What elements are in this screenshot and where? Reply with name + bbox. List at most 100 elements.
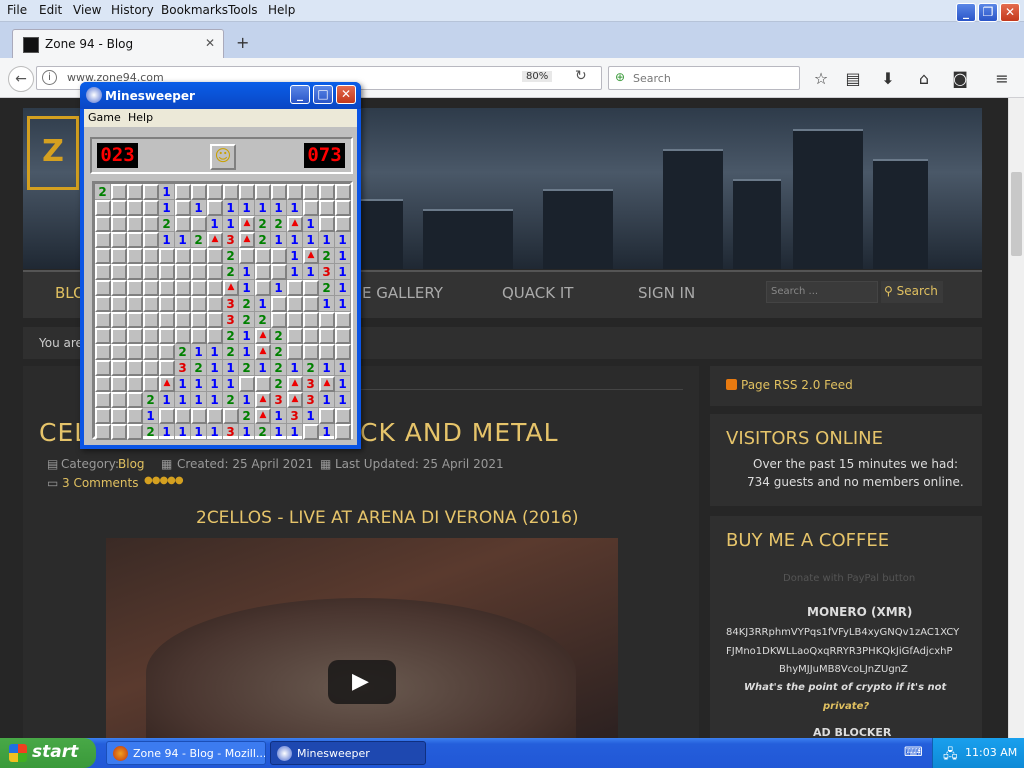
mine-cell-hidden[interactable] <box>111 280 127 296</box>
mine-cell-number[interactable]: 1 <box>223 376 239 392</box>
mine-cell-hidden[interactable] <box>111 184 127 200</box>
mine-cell-number[interactable]: 1 <box>223 360 239 376</box>
mine-cell-hidden[interactable] <box>303 344 319 360</box>
mine-cell-number[interactable]: 1 <box>175 232 191 248</box>
mine-cell-hidden[interactable] <box>191 280 207 296</box>
mine-cell-hidden[interactable] <box>127 264 143 280</box>
mine-cell-number[interactable]: 1 <box>303 264 319 280</box>
mine-cell-hidden[interactable] <box>287 296 303 312</box>
start-button[interactable]: start <box>0 738 96 768</box>
mine-cell-hidden[interactable] <box>255 184 271 200</box>
reload-icon[interactable]: ↻ <box>575 68 587 84</box>
new-tab-icon[interactable]: + <box>236 33 249 52</box>
mine-cell-number[interactable]: 1 <box>255 360 271 376</box>
mine-cell-number[interactable]: 1 <box>207 360 223 376</box>
mine-cell-number[interactable]: 1 <box>175 392 191 408</box>
mine-cell-hidden[interactable] <box>175 248 191 264</box>
mine-cell-hidden[interactable] <box>335 200 351 216</box>
mine-cell-hidden[interactable] <box>239 376 255 392</box>
mine-cell-number[interactable]: 1 <box>159 424 175 440</box>
mine-cell-hidden[interactable] <box>143 184 159 200</box>
nav-sign-in[interactable]: SIGN IN <box>638 284 695 302</box>
mine-cell-hidden[interactable] <box>223 408 239 424</box>
mine-cell-hidden[interactable] <box>191 216 207 232</box>
flag-icon[interactable]: ▲ <box>239 216 255 232</box>
mine-cell-hidden[interactable] <box>319 216 335 232</box>
mine-cell-number[interactable]: 2 <box>223 392 239 408</box>
mine-cell-number[interactable]: 3 <box>223 296 239 312</box>
menu-help[interactable]: Help <box>268 3 295 17</box>
network-icon[interactable]: 🖧 <box>943 745 958 767</box>
mine-cell-hidden[interactable] <box>335 424 351 440</box>
mine-cell-hidden[interactable] <box>127 312 143 328</box>
mine-cell-number[interactable]: 2 <box>175 344 191 360</box>
mine-cell-hidden[interactable] <box>127 280 143 296</box>
mine-cell-hidden[interactable] <box>335 184 351 200</box>
mine-cell-hidden[interactable] <box>207 200 223 216</box>
mine-cell-hidden[interactable] <box>207 312 223 328</box>
mine-cell-number[interactable]: 2 <box>255 424 271 440</box>
minesweeper-titlebar[interactable]: Minesweeper _ □ ✕ <box>80 82 361 109</box>
mine-cell-number[interactable]: 1 <box>287 424 303 440</box>
flag-icon[interactable]: ▲ <box>223 280 239 296</box>
mine-cell-hidden[interactable] <box>143 328 159 344</box>
menu-file[interactable]: File <box>7 3 27 17</box>
mine-cell-number[interactable]: 2 <box>271 216 287 232</box>
mine-cell-number[interactable]: 2 <box>255 216 271 232</box>
mine-cell-hidden[interactable] <box>127 360 143 376</box>
mine-cell-hidden[interactable] <box>207 280 223 296</box>
mine-cell-hidden[interactable] <box>127 344 143 360</box>
mine-cell-hidden[interactable] <box>111 200 127 216</box>
mine-cell-hidden[interactable] <box>303 328 319 344</box>
mine-cell-number[interactable]: 1 <box>255 200 271 216</box>
mine-cell-hidden[interactable] <box>271 312 287 328</box>
mine-cell-hidden[interactable] <box>319 312 335 328</box>
browser-tab[interactable]: Zone 94 - Blog ✕ <box>12 29 224 59</box>
mine-cell-number[interactable]: 1 <box>271 232 287 248</box>
mine-cell-number[interactable]: 1 <box>271 408 287 424</box>
mine-cell-hidden[interactable] <box>95 344 111 360</box>
smiley-face-button[interactable]: ☺ <box>210 144 236 170</box>
mine-cell-hidden[interactable] <box>271 184 287 200</box>
mine-cell-hidden[interactable] <box>303 296 319 312</box>
mine-cell-hidden[interactable] <box>127 392 143 408</box>
mine-cell-hidden[interactable] <box>143 376 159 392</box>
mine-cell-number[interactable]: 2 <box>191 360 207 376</box>
mine-cell-number[interactable]: 1 <box>143 408 159 424</box>
mine-cell-number[interactable]: 3 <box>303 392 319 408</box>
hamburger-menu-icon[interactable]: ≡ <box>991 68 1013 90</box>
mine-cell-hidden[interactable] <box>271 248 287 264</box>
mine-cell-number[interactable]: 1 <box>239 200 255 216</box>
task-minesweeper[interactable]: Minesweeper <box>270 741 426 765</box>
mine-cell-hidden[interactable] <box>95 216 111 232</box>
mine-cell-hidden[interactable] <box>159 296 175 312</box>
mine-cell-hidden[interactable] <box>175 184 191 200</box>
mine-cell-hidden[interactable] <box>207 264 223 280</box>
mine-cell-number[interactable]: 1 <box>223 216 239 232</box>
mine-cell-number[interactable]: 1 <box>191 344 207 360</box>
mine-cell-hidden[interactable] <box>111 392 127 408</box>
mine-cell-hidden[interactable] <box>191 312 207 328</box>
mine-cell-number[interactable]: 1 <box>239 392 255 408</box>
site-search-button[interactable]: ⚲ Search <box>881 281 943 303</box>
mine-cell-hidden[interactable] <box>207 248 223 264</box>
minefield-grid[interactable]: 2 1 1 1 1 1 1 1 1 2 1 1 ▲ 2 2 ▲ 1 1 1 2 ▲ 3 ▲ 2 1 1 1 1 1 2 1 ▲ 2 1 2 1 1 1 3 1… <box>92 181 353 440</box>
mine-cell-number[interactable]: 1 <box>207 376 223 392</box>
keyboard-icon[interactable]: ⌨ <box>904 745 923 760</box>
mine-cell-hidden[interactable] <box>111 408 127 424</box>
mine-cell-hidden[interactable] <box>287 184 303 200</box>
mine-cell-number[interactable]: 1 <box>287 264 303 280</box>
mine-cell-number[interactable]: 1 <box>335 392 351 408</box>
flag-icon[interactable]: ▲ <box>287 392 303 408</box>
mine-cell-hidden[interactable] <box>111 328 127 344</box>
mine-cell-number[interactable]: 1 <box>335 232 351 248</box>
mine-cell-number[interactable]: 1 <box>175 376 191 392</box>
mine-cell-number[interactable]: 3 <box>303 376 319 392</box>
mine-cell-number[interactable]: 3 <box>223 424 239 440</box>
mine-cell-hidden[interactable] <box>335 216 351 232</box>
menu-tools[interactable]: Tools <box>228 3 258 17</box>
mine-cell-number[interactable]: 2 <box>191 232 207 248</box>
mine-cell-number[interactable]: 1 <box>319 392 335 408</box>
mine-cell-hidden[interactable] <box>127 296 143 312</box>
mine-cell-hidden[interactable] <box>335 328 351 344</box>
